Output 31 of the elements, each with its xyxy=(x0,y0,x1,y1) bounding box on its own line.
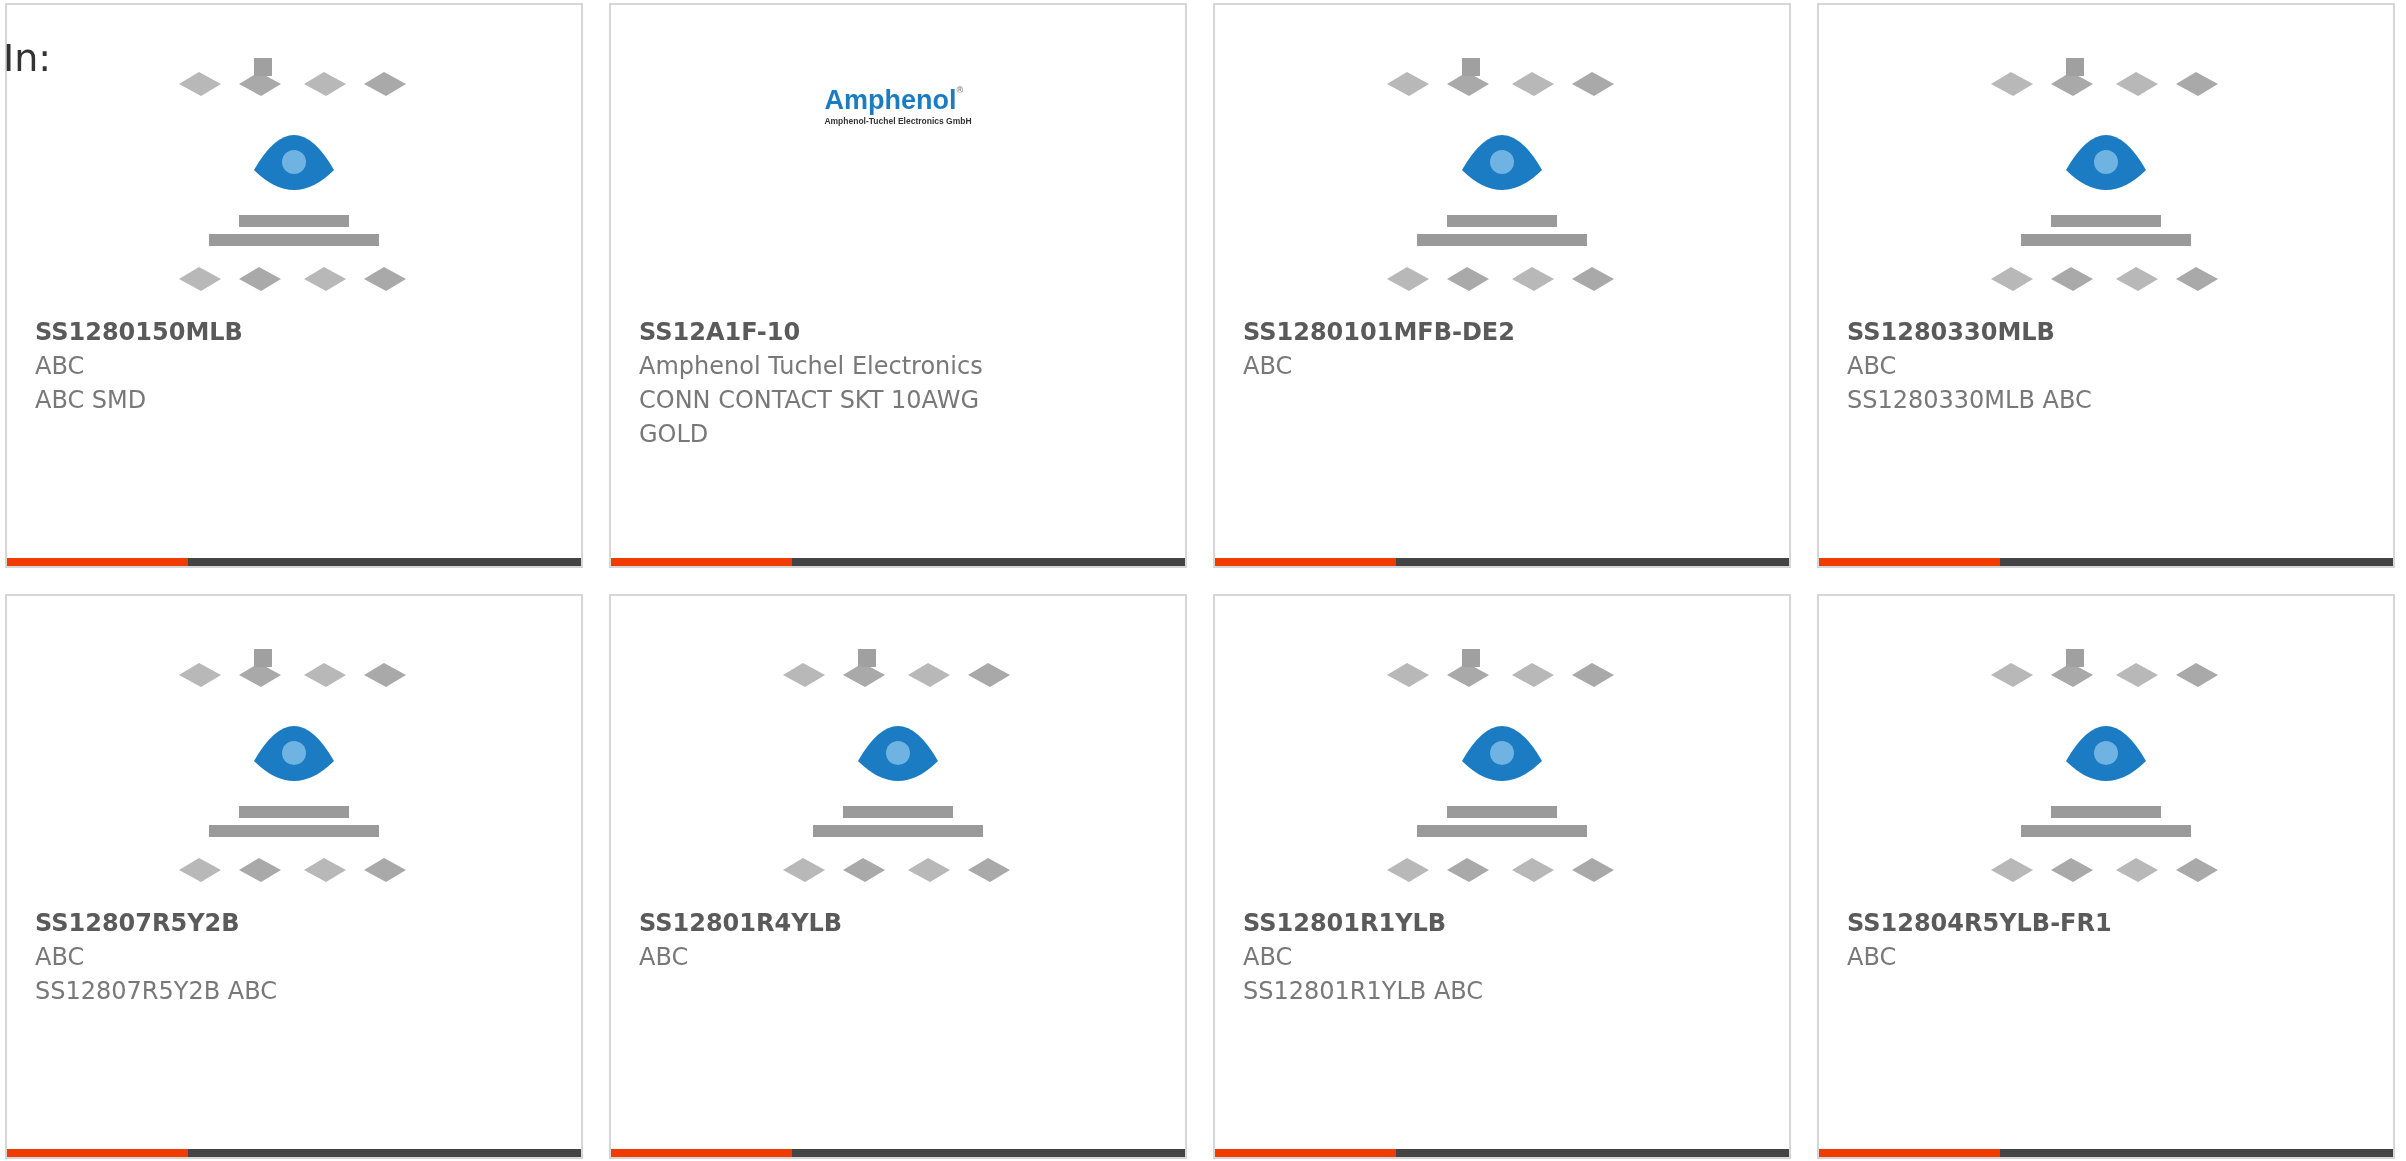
part-number: SS1280101MFB-DE2 xyxy=(1243,317,1516,348)
product-card[interactable]: SS12807R5Y2B ABC SS12807R5Y2B ABC xyxy=(5,594,583,1159)
logo-text: Amphenol$^{®}$ xyxy=(824,85,964,116)
product-detail: ABC xyxy=(1243,942,1294,973)
part-number: SS12801R1YLB xyxy=(1243,908,1448,939)
product-detail: ABC xyxy=(1847,942,1898,973)
product-detail: ABC xyxy=(1847,351,1898,382)
product-detail: ABC xyxy=(35,351,86,382)
part-number: SS12801R4YLB xyxy=(639,908,844,939)
product-card[interactable]: SS1280330MLB ABC SS1280330MLB ABC xyxy=(1817,3,2395,568)
product-card[interactable]: SS1280101MFB-DE2 ABC xyxy=(1213,3,1791,568)
product-detail: ABC SMD xyxy=(35,385,148,416)
product-detail: SS1280330MLB ABC xyxy=(1847,385,2093,416)
part-number: SS12804R5YLB-FR1 xyxy=(1847,908,2113,939)
product-detail: ABC xyxy=(1243,351,1294,382)
part-number: SS12807R5Y2B xyxy=(35,908,241,939)
product-card[interactable]: Amphenol$^{®}$ Amphenol-Tuchel Electronics GmbH SS12A1F-10 Amphenol Tuchel Electronics CONN CONTACT SKT 10AWG GOLD xyxy=(609,3,1187,568)
part-number: SS12A1F-10 xyxy=(639,317,802,348)
part-number: SS1280330MLB xyxy=(1847,317,2056,348)
product-detail: SS12801R1YLB ABC xyxy=(1243,976,1485,1007)
product-card[interactable]: SS12801R4YLB ABC xyxy=(609,594,1187,1159)
product-detail: SS12807R5Y2B ABC xyxy=(35,976,278,1007)
heading: In: xyxy=(3,36,52,80)
part-number: SS1280150MLB xyxy=(35,317,244,348)
product-detail: ABC xyxy=(35,942,86,973)
product-card[interactable]: SS12801R1YLB ABC SS12801R1YLB ABC xyxy=(1213,594,1791,1159)
logo-subtitle: Amphenol-Tuchel Electronics GmbH xyxy=(824,116,972,126)
product-card[interactable]: SS12804R5YLB-FR1 ABC xyxy=(1817,594,2395,1159)
product-detail: CONN CONTACT SKT 10AWG GOLD xyxy=(639,385,980,450)
product-detail: ABC xyxy=(639,942,690,973)
product-detail: Amphenol Tuchel Electronics xyxy=(639,351,984,382)
